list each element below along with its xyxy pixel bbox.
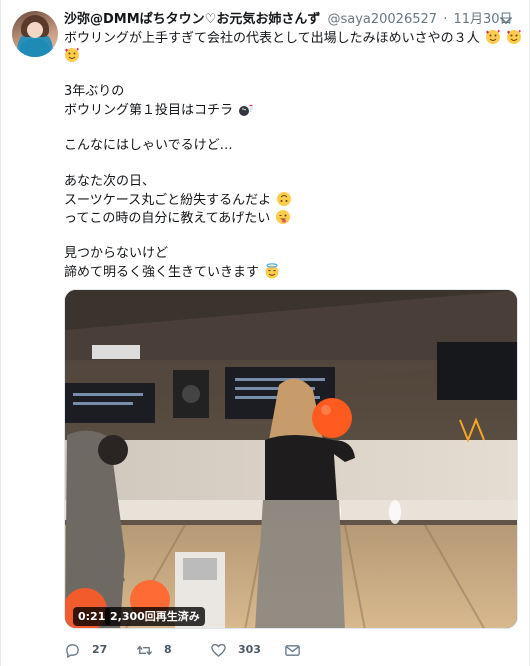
text-line-content: あなた次の日、 bbox=[64, 174, 156, 189]
upside-down-face-emoji bbox=[277, 192, 292, 206]
text-line: ボウリング第１投目はコチラ bbox=[64, 101, 514, 119]
text-line: 見つからないけど bbox=[64, 245, 514, 263]
avatar-body bbox=[20, 39, 50, 57]
text-line-content: こんなにはしゃいでるけど… bbox=[64, 138, 233, 153]
like-count: 303 bbox=[238, 643, 261, 656]
avatar-face bbox=[27, 22, 43, 38]
text-line-content: ボウリングが上手すぎて会社の代表として出場したみほめいさやの３人 bbox=[64, 31, 480, 46]
text-line: ってこの時の自分に教えてあげたい bbox=[64, 209, 514, 227]
video-player[interactable]: 0:21 2,300回再生済み bbox=[64, 289, 518, 629]
text-line-content: スーツケース丸ごと紛失するんだよ bbox=[64, 193, 272, 208]
bowling-emoji bbox=[239, 103, 253, 116]
retweet-icon bbox=[137, 645, 152, 655]
tweet-actions: 27 8 303 bbox=[64, 641, 364, 659]
text-line-content: 3年ぶりの bbox=[64, 84, 125, 99]
retweet-button[interactable]: 8 bbox=[136, 641, 172, 659]
text-line: こんなにはしゃいでるけど… bbox=[64, 137, 514, 155]
direct-message-icon bbox=[285, 644, 300, 656]
reply-count: 27 bbox=[92, 643, 108, 656]
tweet: 沙弥@DMMぱちタウン♡お元気お姉さんず @saya20026527 · 11月… bbox=[0, 0, 530, 666]
header-separator: · bbox=[443, 12, 448, 27]
reply-button[interactable]: 27 bbox=[64, 641, 107, 659]
video-frame bbox=[65, 290, 517, 628]
text-line: 3年ぶりの bbox=[64, 83, 514, 101]
retweet-count: 8 bbox=[164, 643, 172, 656]
smiling-face-with-hearts-emoji bbox=[65, 47, 79, 62]
smiling-face-with-hearts-emoji bbox=[485, 29, 500, 44]
text-line-content: ボウリング第１投目はコチラ bbox=[64, 103, 234, 118]
text-line bbox=[64, 47, 514, 65]
avatar[interactable] bbox=[12, 11, 58, 57]
text-line: あなた次の日、 bbox=[64, 173, 514, 191]
display-name[interactable]: 沙弥@DMMぱちタウン♡お元気お姉さんず bbox=[64, 12, 320, 27]
text-line-content: 見つからないけど bbox=[64, 246, 169, 261]
text-line: 諦めて明るく強く生きていきます bbox=[64, 263, 514, 281]
smiling-face-with-halo-emoji bbox=[265, 263, 279, 279]
tweet-header: 沙弥@DMMぱちタウン♡お元気お姉さんず @saya20026527 · 11月… bbox=[64, 11, 513, 29]
text-line-content: ってこの時の自分に教えてあげたい bbox=[64, 211, 271, 226]
text-line: ボウリングが上手すぎて会社の代表として出場したみほめいさやの３人 bbox=[64, 29, 521, 47]
reply-icon bbox=[66, 643, 79, 658]
heart-icon bbox=[211, 643, 226, 657]
tweet-text: ボウリングが上手すぎて会社の代表として出場したみほめいさやの３人 3年ぶりの ボ… bbox=[64, 29, 521, 281]
direct-message-button[interactable] bbox=[284, 641, 301, 659]
user-handle[interactable]: @saya20026527 bbox=[327, 12, 437, 27]
winking-face-with-tongue-emoji bbox=[276, 210, 291, 224]
chevron-down-icon[interactable] bbox=[497, 11, 515, 29]
text-line: スーツケース丸ごと紛失するんだよ bbox=[64, 191, 514, 209]
text-line-content: 諦めて明るく強く生きていきます bbox=[64, 265, 260, 280]
video-views-badge: 2,300回再生済み bbox=[105, 607, 205, 626]
smiling-face-with-hearts-emoji bbox=[506, 29, 521, 44]
like-button[interactable]: 303 bbox=[210, 641, 261, 659]
